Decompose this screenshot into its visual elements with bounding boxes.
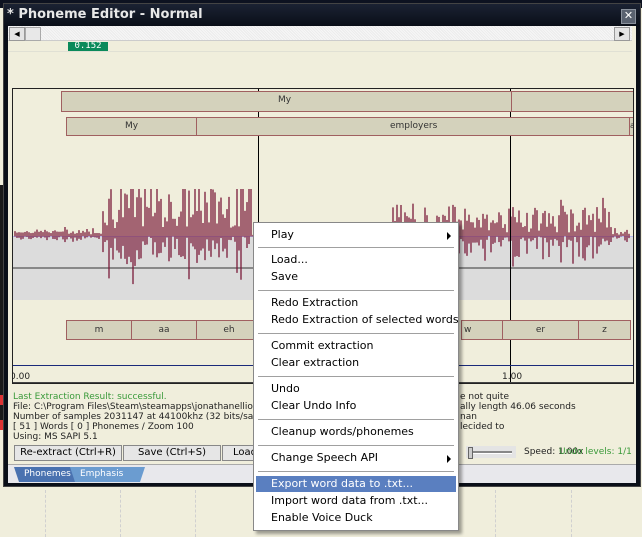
word-bar[interactable]: are — [629, 117, 633, 136]
menu-item-label: Import word data from .txt... — [271, 494, 429, 507]
menu-item-label: Commit extraction — [271, 339, 374, 352]
sentence-text-line: nan — [460, 412, 477, 422]
menu-item-load[interactable]: Load... — [256, 252, 456, 268]
sentence-info: e not quite ally length 46.06 seconds na… — [460, 392, 576, 432]
phoneme-bar[interactable]: aa — [131, 320, 197, 340]
phoneme-label: w — [464, 325, 472, 335]
sample-info: Number of samples 2031147 at 44100khz (3… — [13, 412, 276, 422]
speed-slider[interactable] — [466, 446, 516, 459]
sentence-text-line: lecided to — [460, 422, 505, 432]
extraction-info: Last Extraction Result: successful. File… — [13, 392, 276, 442]
menu-item-label: Redo Extraction — [271, 296, 359, 309]
menu-item-clear-extraction[interactable]: Clear extraction — [256, 355, 456, 371]
menu-separator — [258, 471, 454, 473]
menu-item-play[interactable]: Play — [256, 227, 456, 243]
background-grid-line — [45, 490, 46, 537]
submenu-arrow-icon — [447, 455, 451, 463]
menu-separator — [258, 290, 454, 292]
menu-separator — [258, 419, 454, 421]
sentence-text-line: e not quite — [460, 392, 509, 402]
menu-item-clear-undo-info[interactable]: Clear Undo Info — [256, 398, 456, 414]
phoneme-bar[interactable]: m — [66, 320, 132, 340]
tick-label: 0.00 — [12, 372, 31, 382]
menu-item-label: Cleanup words/phonemes — [271, 425, 414, 438]
menu-item-import-word-data[interactable]: Import word data from .txt... — [256, 493, 456, 509]
horizontal-scrollbar[interactable]: ◀ ▶ — [8, 26, 632, 41]
speech-api-info: Using: MS SAPI 5.1 — [13, 432, 98, 442]
menu-item-label: Enable Voice Duck — [271, 511, 373, 524]
phoneme-bar[interactable]: z — [578, 320, 631, 340]
background-grid-line — [495, 490, 496, 537]
menu-item-change-speech-api[interactable]: Change Speech API — [256, 450, 456, 466]
time-marker[interactable]: 0.152 — [68, 42, 108, 51]
word-phoneme-counts: [ 51 ] Words [ 0 ] Phonemes / Zoom 100 — [13, 422, 194, 432]
menu-item-undo[interactable]: Undo — [256, 381, 456, 397]
scroll-left-arrow-icon[interactable]: ◀ — [9, 27, 25, 41]
menu-item-save[interactable]: Save — [256, 269, 456, 285]
extraction-status: Last Extraction Result: successful. — [13, 392, 167, 402]
menu-item-redo-extraction-selected[interactable]: Redo Extraction of selected words — [256, 312, 459, 328]
phoneme-bar[interactable]: er — [502, 320, 579, 340]
menu-item-redo-extraction[interactable]: Redo Extraction — [256, 295, 456, 311]
background-grid-line — [120, 490, 121, 537]
window-title: * Phoneme Editor - Normal — [7, 7, 203, 22]
word-label: My — [124, 121, 139, 131]
phoneme-label: m — [94, 325, 104, 335]
sentence-split — [511, 92, 512, 111]
scrollbar-thumb[interactable] — [25, 27, 41, 41]
undo-levels: Undo levels: 1/1 — [559, 447, 632, 457]
menu-item-enable-voice-duck[interactable]: Enable Voice Duck — [256, 510, 456, 526]
menu-item-label: Clear Undo Info — [271, 399, 357, 412]
word-label: are — [630, 121, 633, 130]
sentence-bar[interactable]: My — [61, 91, 633, 112]
menu-item-export-word-data[interactable]: Export word data to .txt... — [256, 476, 456, 492]
close-icon[interactable]: ✕ — [621, 9, 636, 24]
menu-item-commit-extraction[interactable]: Commit extraction — [256, 338, 456, 354]
word-bar[interactable]: employers — [196, 117, 631, 136]
background-grid-line — [195, 490, 196, 537]
sentence-label: My — [278, 95, 292, 105]
background-grid-line — [571, 490, 572, 537]
slider-thumb[interactable] — [468, 447, 473, 459]
menu-item-label: Clear extraction — [271, 356, 360, 369]
tab-emphasis[interactable]: Emphasis — [70, 467, 145, 482]
phoneme-label: er — [535, 325, 546, 335]
word-label: employers — [390, 121, 438, 131]
menu-separator — [258, 376, 454, 378]
sentence-text-line: ally length 46.06 seconds — [460, 402, 576, 412]
submenu-arrow-icon — [447, 232, 451, 240]
context-menu: Play Load... Save Redo Extraction Redo E… — [253, 222, 459, 531]
menu-item-cleanup[interactable]: Cleanup words/phonemes — [256, 424, 456, 440]
menu-item-label: Redo Extraction of selected words — [271, 313, 459, 326]
menu-item-label: Export word data to .txt... — [271, 477, 413, 490]
phoneme-label: eh — [223, 325, 235, 335]
phoneme-label: aa — [158, 325, 170, 335]
phoneme-label: z — [602, 325, 607, 335]
title-bar[interactable]: * Phoneme Editor - Normal ✕ — [4, 4, 640, 26]
menu-separator — [258, 445, 454, 447]
scroll-right-arrow-icon[interactable]: ▶ — [614, 27, 630, 41]
menu-item-label: Undo — [271, 382, 300, 395]
word-bar[interactable]: My — [66, 117, 197, 136]
menu-item-label: Save — [271, 270, 299, 283]
phoneme-bar[interactable]: w — [461, 320, 503, 340]
menu-separator — [258, 333, 454, 335]
reextract-button[interactable]: Re-extract (Ctrl+R) — [14, 445, 122, 461]
file-path: File: C:\Program Files\Steam\steamapps\j… — [13, 402, 269, 412]
menu-separator — [258, 247, 454, 249]
menu-item-label: Change Speech API — [271, 451, 379, 464]
slider-track — [468, 451, 512, 454]
tick-label: 1.00 — [502, 372, 523, 382]
menu-item-label: Load... — [271, 253, 308, 266]
menu-item-label: Play — [271, 228, 294, 241]
save-button[interactable]: Save (Ctrl+S) — [123, 445, 221, 461]
